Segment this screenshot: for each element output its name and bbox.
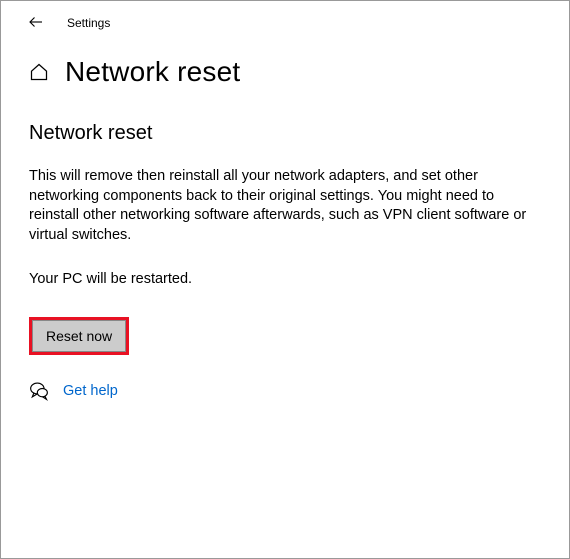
page-title: Network reset: [65, 56, 240, 88]
section-heading: Network reset: [29, 122, 541, 145]
page-header: Network reset: [1, 42, 569, 106]
chat-help-icon: [29, 381, 49, 401]
description-text: This will remove then reinstall all your…: [29, 167, 529, 245]
reset-button-highlight: Reset now: [29, 317, 129, 355]
help-row: Get help: [29, 381, 541, 401]
back-arrow-icon[interactable]: [27, 13, 45, 34]
home-icon[interactable]: [29, 62, 49, 82]
app-title: Settings: [67, 16, 110, 30]
get-help-link[interactable]: Get help: [63, 383, 118, 399]
reset-now-button[interactable]: Reset now: [32, 320, 126, 352]
content-area: Network reset This will remove then rein…: [1, 106, 569, 401]
title-bar: Settings: [1, 1, 569, 42]
restart-note: Your PC will be restarted.: [29, 271, 541, 287]
